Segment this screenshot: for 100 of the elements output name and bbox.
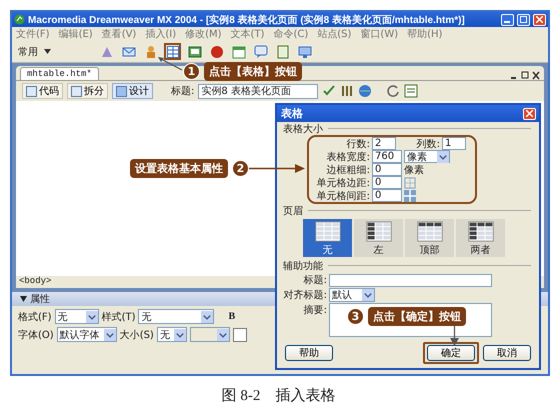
width-field[interactable]: 760 [372,150,402,163]
close-icon [536,16,543,23]
maximize-icon [520,16,527,23]
section-label: 辅助功能 [283,260,323,272]
table-layout-icon [314,221,342,242]
dialog-button[interactable]: 帮助 [285,345,333,361]
padding-field[interactable]: 0 [372,176,402,189]
unit-select[interactable] [190,327,230,342]
caret-icon [44,49,51,54]
field-label: 单元格边距: [316,176,370,190]
font-label: 字体(O) [18,328,54,342]
menu-item[interactable]: 站点(S) [317,27,352,41]
view-button[interactable]: 设计 [112,83,153,99]
header-option[interactable]: 左 [354,219,403,257]
field-label: 表格宽度: [326,150,370,164]
dialog-title: 表格 [281,106,303,121]
section-label: 页眉 [283,204,303,218]
field-label: 对齐标题: [282,288,327,302]
dropdown-caret-icon [362,289,374,301]
maximize-button[interactable] [517,14,530,26]
menu-item[interactable]: 文本(T) [230,27,264,41]
callout-label: 点击【确定】按钮 [368,307,466,326]
dialog-button[interactable]: 确定 [427,345,475,361]
app-logo-icon [14,14,25,25]
collapse-triangle-icon[interactable] [20,296,27,302]
view-button[interactable]: 代码 [22,83,63,99]
close-button[interactable] [523,108,536,120]
border-field[interactable]: 0 [372,163,402,176]
field-label: 单元格间距: [316,190,370,202]
minimize-button[interactable] [501,14,514,26]
field-label: 列数: [416,138,440,150]
field-label: 标题: [302,274,327,287]
menu-item[interactable]: 插入(I) [145,27,176,41]
menu-item[interactable]: 查看(V) [102,27,136,41]
pointer-arrow [158,57,182,70]
table-layout-icon [416,221,444,242]
ball-icon[interactable] [208,43,225,60]
table-layout-icon [364,221,392,242]
callout-label: 设置表格基本属性 [130,159,228,178]
caption-field[interactable] [329,274,492,286]
cell-spacing-icon [404,190,416,202]
unit-label: 像素 [404,164,424,176]
font-select[interactable]: 默认字体 [56,327,117,342]
header-option[interactable]: 顶部 [405,219,454,257]
header-option[interactable]: 两者 [456,219,505,257]
document-tab[interactable]: mhtable.htm* [20,67,99,80]
format-label: 格式(F) [18,310,52,324]
field-label: 边框粗细: [326,164,370,176]
window-title: Macromedia Dreamweaver MX 2004 - [实例8 表格美化页面 (实例8 表格美化页面/mhtable.htm*)] [28,13,466,26]
view-icon [71,86,82,96]
menu-item[interactable]: 修改(M) [185,27,222,41]
field-label: 摘要: [302,304,327,317]
cell-padding-icon [404,176,416,188]
format-select[interactable]: 无 [54,309,99,324]
columns-field[interactable]: 1 [442,137,466,150]
close-button[interactable] [533,14,546,26]
category-dropdown[interactable]: 常用 [18,44,74,58]
dialog-button[interactable]: 取消 [483,345,531,361]
dropdown-caret-icon [216,328,229,340]
panel-title: 属性 [30,292,50,306]
field-label: 行数: [346,138,370,150]
speech-bubble-icon[interactable] [252,43,269,60]
style-label: 样式(T) [102,310,136,324]
callout-label: 点击【表格】按钮 [204,62,302,81]
pointer-arrow [450,326,459,346]
title-field[interactable]: 实例8 表格美化页面 [198,84,318,98]
bold-button[interactable]: B [228,311,236,322]
unit-select[interactable]: 像素 [404,150,450,163]
menu-item[interactable]: 文件(F) [16,27,50,41]
window-controls-icon[interactable] [510,71,540,80]
view-icon [116,86,127,96]
menu-item[interactable]: 窗口(W) [360,27,398,41]
size-select[interactable]: 无 [156,327,187,342]
dropdown-caret-icon [86,310,98,322]
table-icon[interactable] [164,43,181,60]
dropdown-caret-icon [201,310,214,322]
figure-caption: 图 8-2 插入表格 [220,386,336,405]
view-button[interactable]: 拆分 [67,83,108,99]
refresh-icon[interactable] [386,84,400,98]
menu-item[interactable]: 命令(C) [273,27,308,41]
pointer-arrow [249,164,305,173]
color-swatch[interactable] [232,328,247,342]
dropdown-caret-icon [174,328,186,340]
menu-item[interactable]: 编辑(E) [58,27,93,41]
menu-item[interactable]: 帮助(H) [407,27,442,41]
header-option[interactable]: 无 [303,219,352,257]
close-icon [526,110,533,117]
align-select[interactable]: 默认 [329,288,375,302]
section-label: 表格大小 [283,122,323,136]
rows-field[interactable]: 2 [372,137,396,150]
table-layout-icon [466,221,494,242]
view-icon [26,86,37,96]
dropdown-caret-icon [437,150,449,162]
list-icon[interactable] [404,84,418,98]
size-label: 大小(S) [120,328,154,342]
checkmark-icon[interactable] [322,84,336,98]
spacing-field[interactable]: 0 [372,189,402,202]
dropdown-caret-icon [104,328,116,340]
title-label: 标题: [171,84,194,98]
style-select[interactable]: 无 [138,309,214,324]
